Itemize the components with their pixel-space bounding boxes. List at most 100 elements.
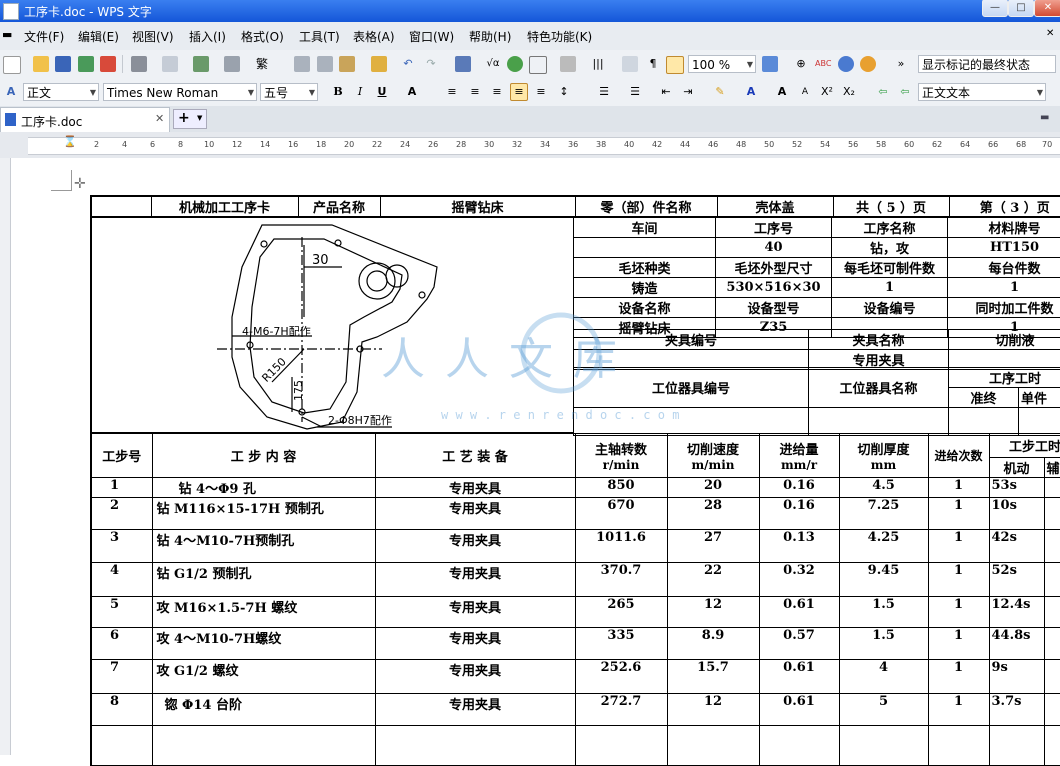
menu-table[interactable]: 表格(A) (353, 28, 395, 45)
new-tab-button[interactable]: + ▼ (173, 109, 207, 129)
menu-view[interactable]: 视图(V) (132, 28, 174, 45)
vertical-ruler[interactable] (0, 158, 11, 755)
step-equipment: 专用夹具 (375, 694, 575, 726)
copy-icon[interactable] (317, 56, 333, 72)
redo-icon[interactable]: ↷ (423, 56, 439, 72)
step-speed: 15.7 (667, 660, 759, 694)
ruler-tick: 22 (372, 140, 382, 149)
more-icon[interactable]: » (893, 56, 909, 72)
vertical-lines-icon[interactable]: ||| (590, 56, 606, 72)
per-machine: 1 (948, 278, 1060, 298)
bold-icon[interactable]: B (330, 84, 346, 100)
menu-close-icon[interactable]: ✕ (1046, 28, 1054, 39)
align-left-icon[interactable]: ≡ (444, 84, 460, 100)
font-select[interactable]: Times New Roman▼ (103, 83, 257, 101)
line-spacing-icon[interactable]: ↕ (556, 84, 572, 100)
grow-font-icon[interactable]: A (774, 84, 790, 100)
font-size-select[interactable]: 五号▼ (260, 83, 318, 101)
bullets-icon[interactable]: ☰ (627, 84, 643, 100)
send-icon[interactable] (78, 56, 94, 72)
table-icon[interactable] (455, 56, 471, 72)
step-equipment: 专用夹具 (375, 498, 575, 530)
menu-file[interactable]: 文件(F) (24, 28, 64, 45)
tab-document[interactable]: 工序卡.doc ✕ (0, 107, 170, 132)
zoom-select[interactable]: 100 %▼ (688, 55, 756, 73)
table-row: 3钻 4～M10-7H预制孔专用夹具1011.6270.134.25142s (91, 530, 1060, 563)
columns-icon[interactable] (560, 56, 576, 72)
align-right-icon[interactable]: ≡ (489, 84, 505, 100)
step-speed: 20 (667, 478, 759, 498)
web-icon[interactable] (507, 56, 523, 72)
styles-icon[interactable]: A (3, 84, 19, 100)
step-feed: 0.13 (759, 530, 839, 563)
insert-icon[interactable] (193, 56, 209, 72)
indent-marker-icon[interactable]: ⌛ (63, 135, 77, 148)
justify-icon[interactable]: ≡ (510, 83, 528, 101)
decrease-indent-icon[interactable]: ⇤ (658, 84, 674, 100)
menu-format[interactable]: 格式(O) (241, 28, 284, 45)
wps-online-icon[interactable] (838, 56, 854, 72)
table-row: 6攻 4～M10-7H螺纹专用夹具3358.90.571.5144.8s (91, 628, 1060, 660)
title-bar: 工序卡.doc - WPS 文字 — □ ✕ (0, 0, 1060, 22)
paste-icon[interactable] (339, 56, 355, 72)
style2-select[interactable]: 正文文本▼ (918, 83, 1046, 101)
spellcheck-icon[interactable]: ABC (815, 56, 831, 72)
increase-indent-icon[interactable]: ⇥ (680, 84, 696, 100)
markup-state-select[interactable]: 显示标记的最终状态 (918, 55, 1056, 73)
maximize-button[interactable]: □ (1008, 0, 1034, 17)
italic-icon[interactable]: I (352, 84, 368, 100)
new-doc-icon[interactable] (3, 56, 21, 74)
undo-icon[interactable]: ↶ (400, 56, 416, 72)
menu-edit[interactable]: 编辑(E) (78, 28, 119, 45)
distribute-icon[interactable]: ≡ (533, 84, 549, 100)
menu-tools[interactable]: 工具(T) (299, 28, 340, 45)
save-icon[interactable] (55, 56, 71, 72)
style-select[interactable]: 正文▼ (23, 83, 99, 101)
ruler-tick: 56 (848, 140, 858, 149)
tab-list-icon[interactable]: ▬ (1040, 112, 1049, 123)
format-painter-icon[interactable] (224, 56, 240, 72)
numbering-icon[interactable]: ☰ (596, 84, 612, 100)
horizontal-ruler[interactable]: ⌛ 2 4 6 8 10 12 14 16 18 20 22 24 26 28 … (0, 132, 1060, 159)
menu-special[interactable]: 特色功能(K) (527, 28, 592, 45)
step-depth: 4.25 (839, 530, 928, 563)
print-icon[interactable] (131, 56, 147, 72)
minimize-button[interactable]: — (982, 0, 1008, 17)
select-icon[interactable] (762, 56, 778, 72)
menu-help[interactable]: 帮助(H) (469, 28, 511, 45)
binoculars-icon[interactable]: ⊕ (793, 56, 809, 72)
tab-close-icon[interactable]: ✕ (155, 112, 164, 125)
highlight-icon[interactable]: ✎ (712, 84, 728, 100)
arrow-left-icon[interactable]: ⇦ (875, 84, 891, 100)
step-time: 3.7s (989, 694, 1044, 726)
document-page[interactable]: ✛ 机械加工工序卡 产品名称 摇臂钻床 零（部）件名称 壳体盖 共（ 5 ）页 … (11, 158, 1060, 755)
align-center-icon[interactable]: ≡ (467, 84, 483, 100)
table-move-handle-icon[interactable]: ✛ (74, 176, 86, 192)
process-name-label: 工序名称 (832, 218, 948, 238)
font-effects-icon[interactable]: A (404, 84, 420, 100)
pdf-export-icon[interactable] (100, 56, 116, 72)
close-button[interactable]: ✕ (1034, 0, 1060, 17)
traditional-chinese-icon[interactable]: 繁 (254, 56, 270, 72)
arrow-back-icon[interactable]: ⇦ (897, 84, 913, 100)
paragraph-mark-icon[interactable]: ¶ (645, 56, 661, 72)
superscript-icon[interactable]: X² (819, 84, 835, 100)
step-speed: 28 (667, 498, 759, 530)
open-folder-icon[interactable] (33, 56, 49, 72)
browser-icon[interactable] (860, 56, 876, 72)
formula-icon[interactable]: √α (485, 56, 501, 72)
shrink-font-icon[interactable]: A (797, 84, 813, 100)
style-value: 正文 (27, 86, 51, 100)
brush-icon[interactable] (371, 56, 387, 72)
cut-icon[interactable] (294, 56, 310, 72)
underline-icon[interactable]: U (374, 84, 390, 100)
subscript-icon[interactable]: X₂ (841, 84, 857, 100)
print-preview-icon[interactable] (162, 56, 178, 72)
font-color-icon[interactable]: A (743, 84, 759, 100)
grid-icon[interactable] (529, 56, 547, 74)
page-view-icon[interactable] (666, 56, 684, 74)
menu-insert[interactable]: 插入(I) (189, 28, 226, 45)
menu-window[interactable]: 窗口(W) (409, 28, 454, 45)
step-no: 1 (91, 478, 152, 498)
document-map-icon[interactable] (622, 56, 638, 72)
